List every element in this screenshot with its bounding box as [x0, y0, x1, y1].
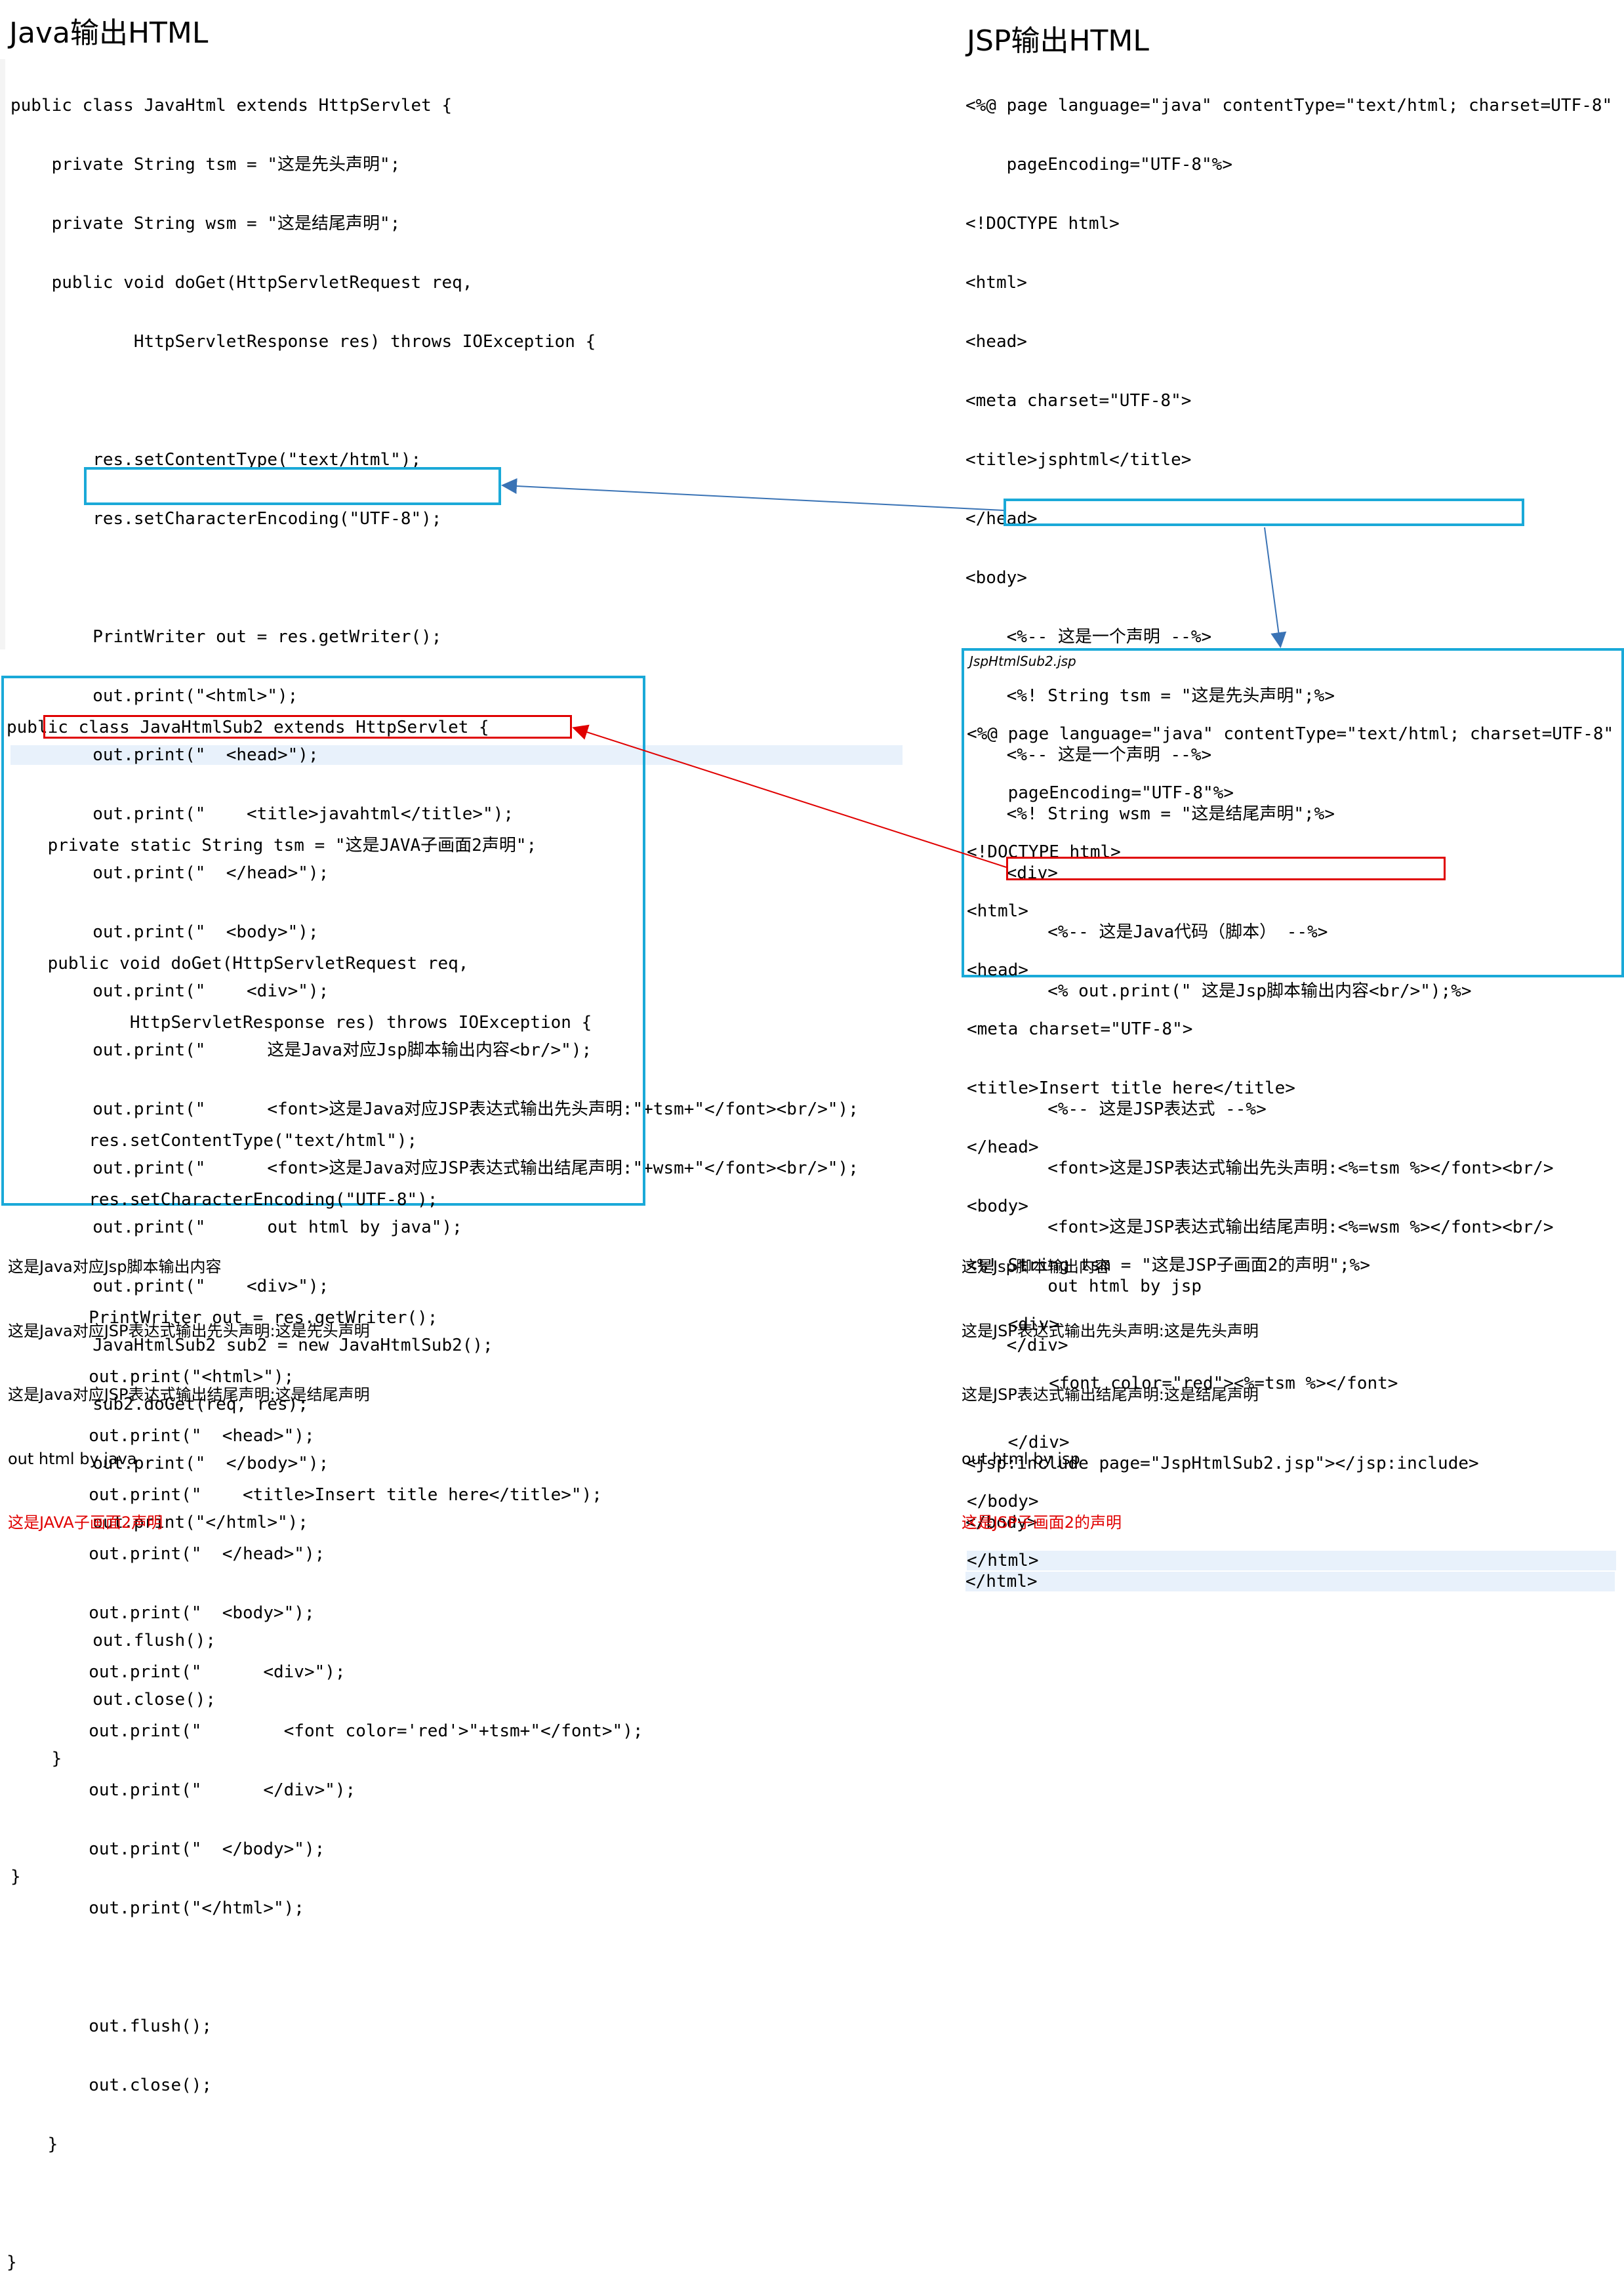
output-line-red: 这是JSP子画面2的声明	[962, 1513, 1122, 1532]
code-line: out.print(" </body>");	[7, 1839, 325, 1859]
code-line: }	[7, 2135, 58, 2154]
arrow-include-to-java-sub2	[501, 478, 1004, 511]
arrow-include-to-jsp-sub2	[1264, 527, 1287, 648]
connector-arrows	[501, 478, 1287, 868]
code-line: out.flush();	[7, 2016, 213, 2036]
output-line: 这是JSP表达式输出结尾声明:这是结尾声明	[962, 1385, 1259, 1404]
arrow-jsp-decl-to-java-decl	[572, 724, 1007, 868]
code-line: }	[7, 2253, 17, 2272]
screenshot-root: { "java_section": { "title": "Java输出HTML…	[0, 0, 1624, 2272]
code-line: out.print(" <font color='red'>"+tsm+"</f…	[7, 1721, 643, 1741]
code-line: out.print("</html>");	[7, 1898, 304, 1918]
output-line-red: 这是JAVA子画面2声明	[8, 1513, 163, 1532]
code-line: out.print(" </div>");	[7, 1780, 356, 1800]
code-line: out.close();	[7, 2076, 213, 2095]
output-line: out html by jsp	[962, 1449, 1080, 1468]
code-line: out.print(" <div>");	[7, 1662, 346, 1682]
code-line: out.print(" <body>");	[7, 1603, 315, 1623]
output-line: 这是Java对应JSP表达式输出结尾声明:这是结尾声明	[8, 1385, 370, 1404]
output-line: out html by java	[8, 1449, 137, 1468]
